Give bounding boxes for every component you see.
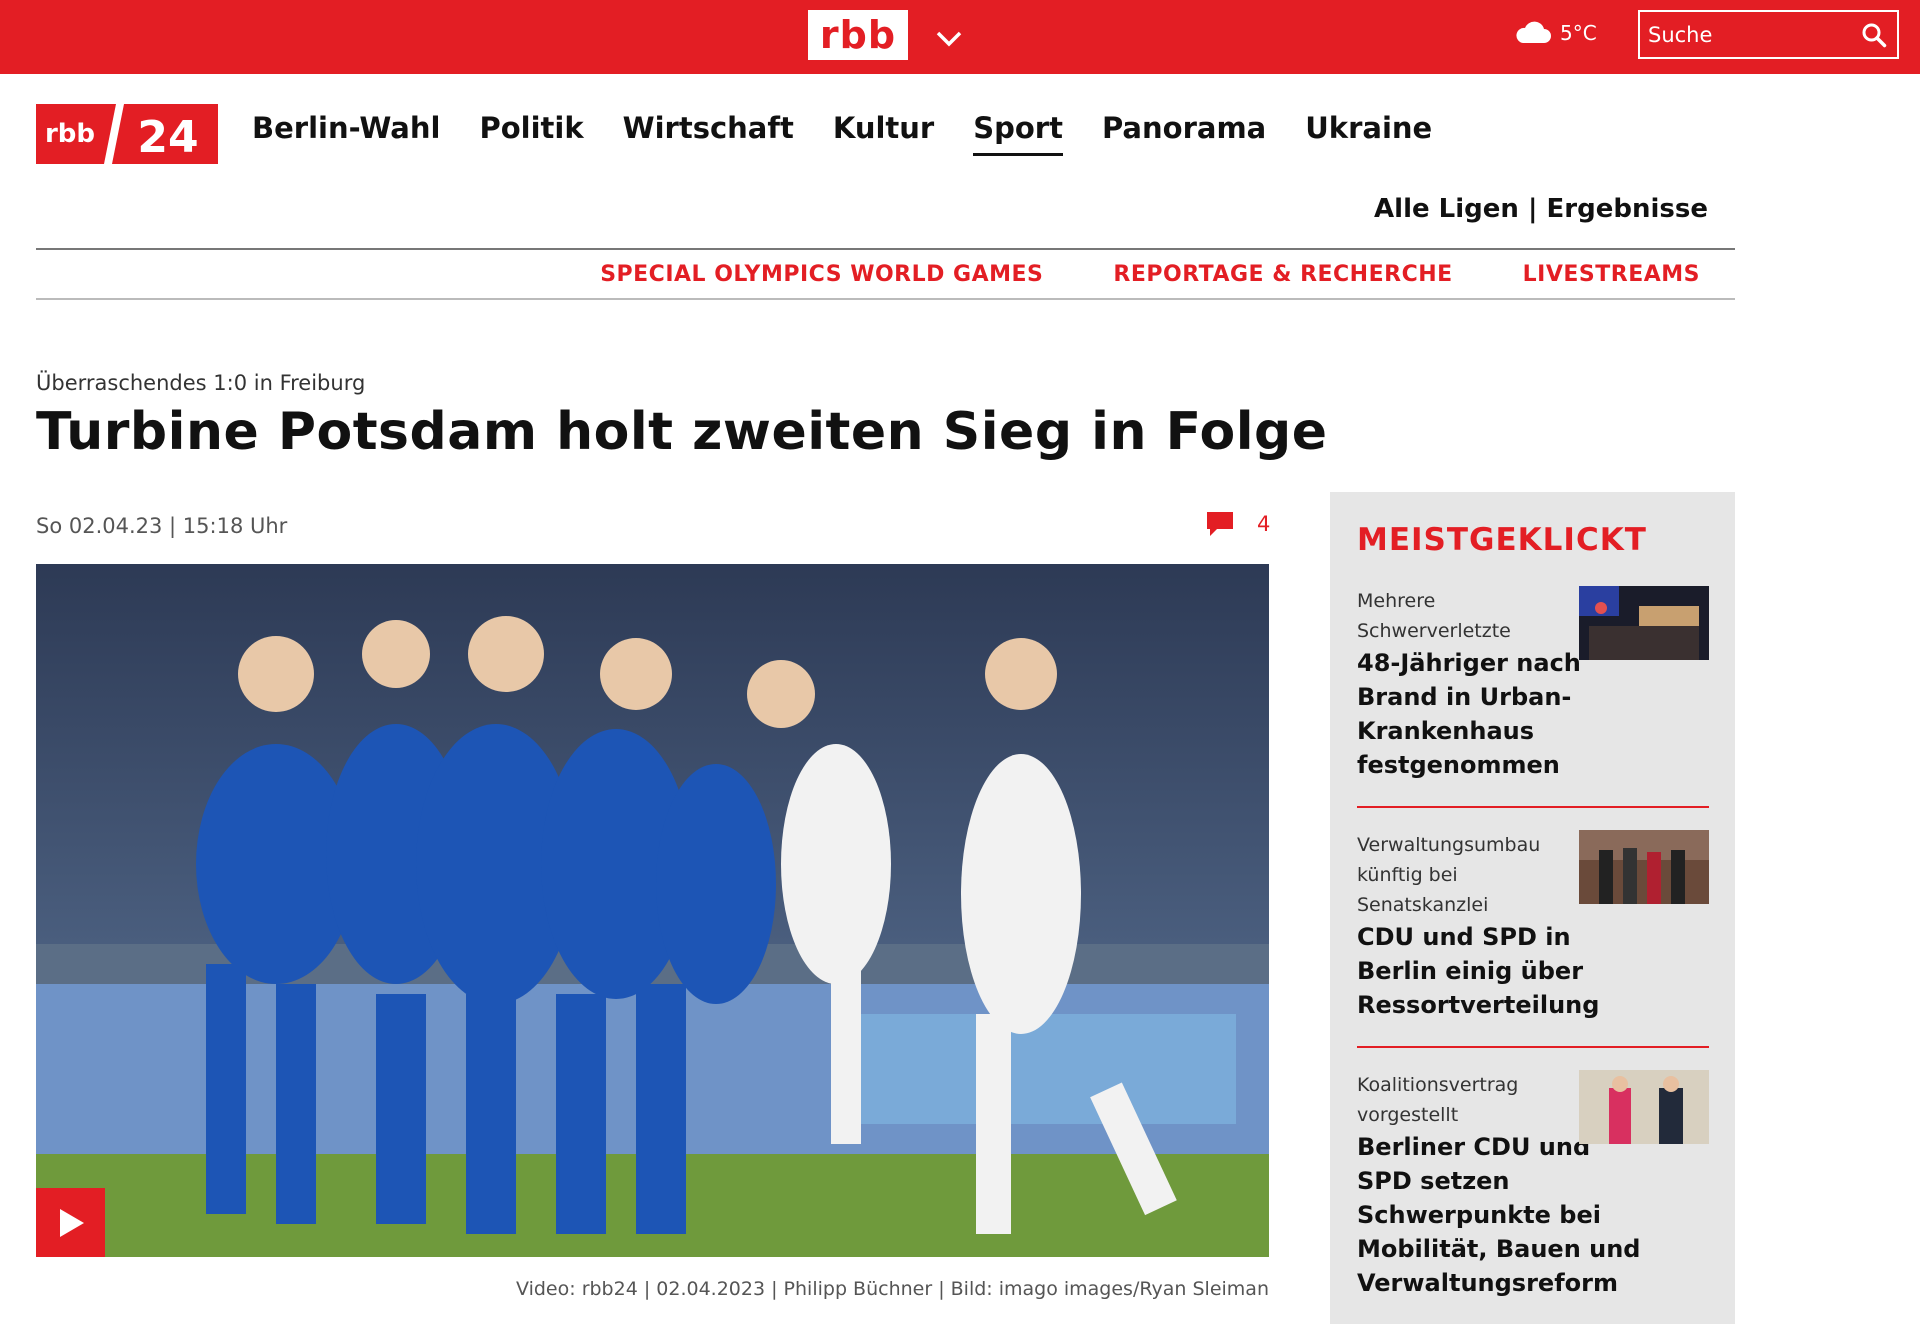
article-kicker: Überraschendes 1:0 in Freiburg xyxy=(36,371,366,395)
rbb-logo[interactable]: rbb xyxy=(808,10,908,60)
rbb24-logo-left: rbb xyxy=(45,119,95,149)
sidebar-title: MEISTGEKLICKT xyxy=(1357,522,1647,558)
teaser-kicker: Mehrere Schwerverletzte xyxy=(1357,590,1511,642)
search-icon[interactable] xyxy=(1861,22,1887,48)
search-box xyxy=(1638,10,1899,59)
nav-item-ukraine[interactable]: Ukraine xyxy=(1305,111,1432,156)
teaser-thumbnail xyxy=(1579,586,1709,660)
teaser-thumbnail xyxy=(1579,1070,1709,1144)
nav-item-panorama[interactable]: Panorama xyxy=(1102,111,1266,156)
divider xyxy=(36,248,1735,250)
play-icon xyxy=(59,1208,84,1237)
nav-item-sport[interactable]: Sport xyxy=(973,111,1063,157)
video-thumbnail xyxy=(36,564,1269,1257)
reportage-link[interactable]: REPORTAGE & RECHERCHE xyxy=(1113,262,1452,287)
weather-widget[interactable]: 5°C xyxy=(1514,18,1597,48)
rbb24-logo-right: 24 xyxy=(137,112,198,163)
sport-subnav: Alle Ligen | Ergebnisse xyxy=(1374,194,1708,224)
special-links: SPECIAL OLYMPICS WORLD GAMES REPORTAGE &… xyxy=(600,262,1700,287)
teaser-item[interactable]: Mehrere Schwerverletzte 48-Jähriger nach… xyxy=(1357,586,1709,782)
search-input[interactable] xyxy=(1648,18,1848,52)
nav-item-kultur[interactable]: Kultur xyxy=(833,111,934,156)
comment-icon xyxy=(1207,512,1233,536)
article-dateline: So 02.04.23 | 15:18 Uhr xyxy=(36,514,288,538)
comment-count: 4 xyxy=(1257,512,1271,536)
chevron-down-icon[interactable] xyxy=(934,26,964,50)
teaser-thumbnail xyxy=(1579,830,1709,904)
play-button[interactable] xyxy=(36,1188,105,1257)
comments-link[interactable]: 4 xyxy=(1205,510,1270,538)
special-olympics-link[interactable]: SPECIAL OLYMPICS WORLD GAMES xyxy=(600,262,1043,287)
weather-temperature: 5°C xyxy=(1560,21,1597,45)
all-leagues-link[interactable]: Alle Ligen xyxy=(1374,194,1519,224)
article-video[interactable] xyxy=(36,564,1269,1257)
subnav-separator: | xyxy=(1527,194,1538,224)
cloud-icon xyxy=(1516,21,1551,43)
most-clicked-sidebar: MEISTGEKLICKT Mehrere Schwerverletzte 48… xyxy=(1330,492,1735,1324)
teaser-item[interactable]: Verwaltungsumbau künftig bei Senatskanzl… xyxy=(1357,830,1709,1022)
rbb24-logo[interactable]: rbb 24 xyxy=(36,104,218,164)
rbb-logo-text: rbb xyxy=(819,13,897,57)
main-nav: Berlin-Wahl Politik Wirtschaft Kultur Sp… xyxy=(252,111,1471,157)
teaser-kicker: Koalitionsvertrag vorgestellt xyxy=(1357,1074,1519,1126)
top-bar: rbb 5°C xyxy=(0,0,1920,74)
results-link[interactable]: Ergebnisse xyxy=(1547,194,1708,224)
divider xyxy=(36,298,1735,300)
teaser-divider xyxy=(1357,806,1709,808)
video-caption: Video: rbb24 | 02.04.2023 | Philipp Büch… xyxy=(516,1278,1269,1300)
teaser-item[interactable]: Koalitionsvertrag vorgestellt Berliner C… xyxy=(1357,1070,1709,1300)
teaser-title: Berliner CDU und SPD setzen Schwerpunkte… xyxy=(1357,1133,1641,1297)
nav-item-berlin-wahl[interactable]: Berlin-Wahl xyxy=(252,111,440,156)
livestreams-link[interactable]: LIVESTREAMS xyxy=(1523,262,1700,287)
teaser-title: 48-Jähriger nach Brand in Urban-Krankenh… xyxy=(1357,649,1581,779)
teaser-divider xyxy=(1357,1046,1709,1048)
nav-item-wirtschaft[interactable]: Wirtschaft xyxy=(623,111,794,156)
nav-item-politik[interactable]: Politik xyxy=(479,111,583,156)
teaser-title: CDU und SPD in Berlin einig über Ressort… xyxy=(1357,923,1600,1019)
teaser-kicker: Verwaltungsumbau künftig bei Senatskanzl… xyxy=(1357,834,1541,916)
article-headline: Turbine Potsdam holt zweiten Sieg in Fol… xyxy=(36,402,1328,462)
